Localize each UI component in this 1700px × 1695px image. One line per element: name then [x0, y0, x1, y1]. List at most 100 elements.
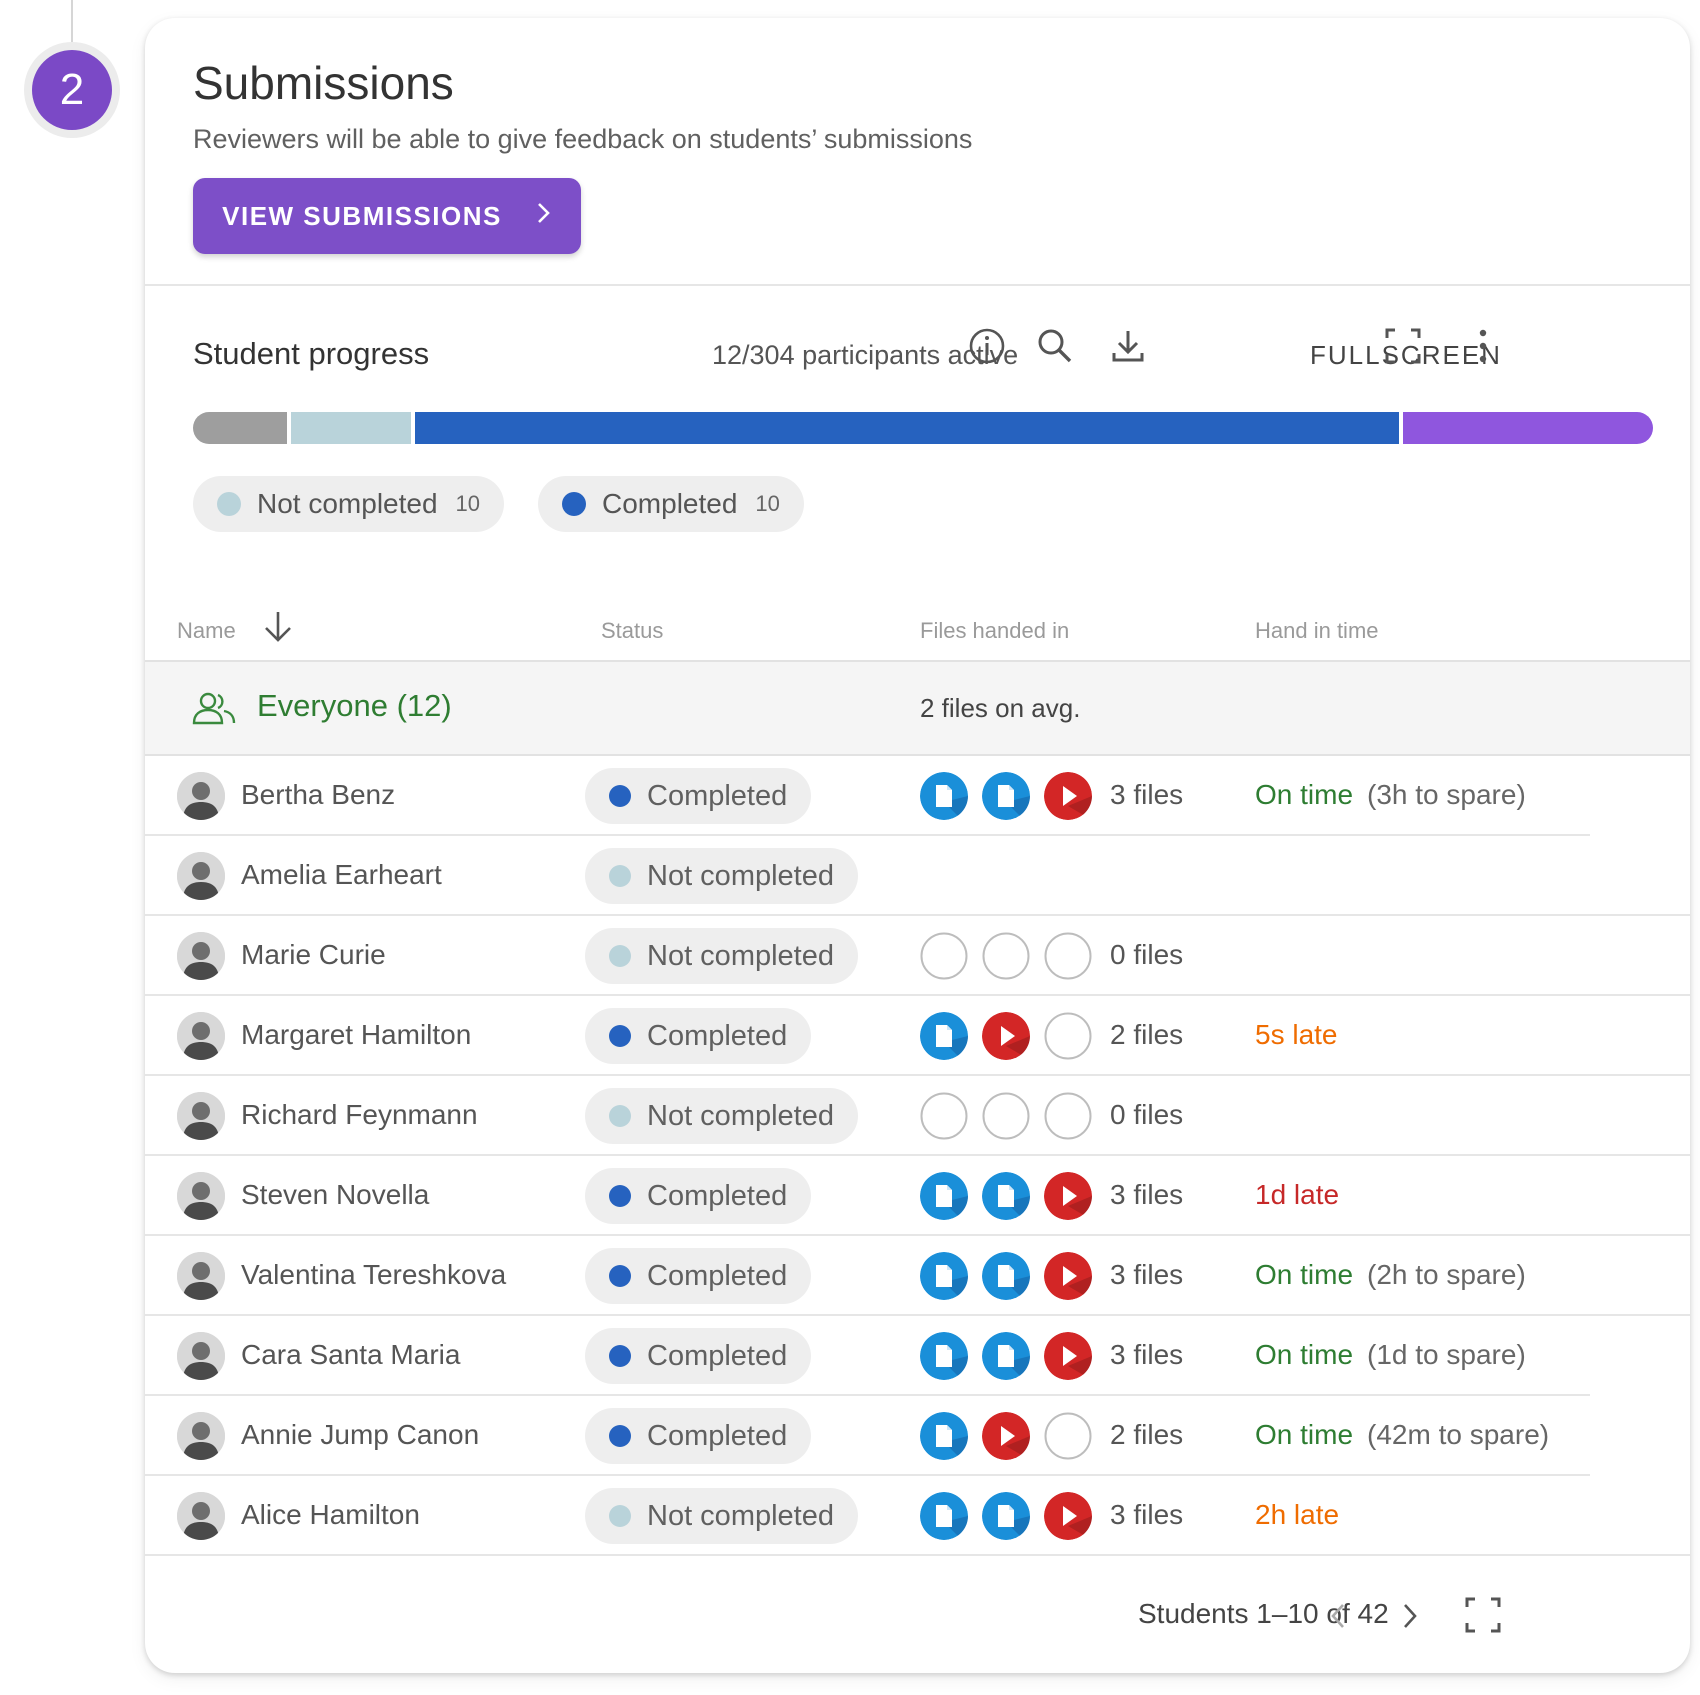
- student-name[interactable]: Annie Jump Canon: [241, 1419, 479, 1451]
- avatar: [177, 1172, 225, 1220]
- search-icon[interactable]: [1035, 326, 1075, 366]
- legend-label: Completed: [602, 488, 738, 519]
- document-file-icon[interactable]: [920, 772, 968, 820]
- status-label: Not completed: [647, 1099, 834, 1132]
- student-name[interactable]: Alice Hamilton: [241, 1499, 420, 1531]
- document-file-icon[interactable]: [920, 1492, 968, 1540]
- legend-chip-not-completed[interactable]: Not completed 10: [193, 476, 505, 532]
- video-file-icon[interactable]: [1044, 772, 1092, 820]
- status-label: Not completed: [647, 939, 834, 972]
- document-file-icon[interactable]: [920, 1332, 968, 1380]
- video-file-icon[interactable]: [1044, 1252, 1092, 1300]
- section-subtitle: Reviewers will be able to give feedback …: [193, 124, 973, 154]
- student-name[interactable]: Marie Curie: [241, 939, 386, 971]
- table-row[interactable]: Alice Hamilton Not completed 3 files 2h lat…: [145, 1476, 1690, 1556]
- chevron-right-icon[interactable]: [1392, 1598, 1428, 1634]
- document-file-icon[interactable]: [982, 1252, 1030, 1300]
- video-file-icon[interactable]: [1044, 1172, 1092, 1220]
- download-icon[interactable]: [1108, 326, 1148, 366]
- files-handed-in: [920, 1172, 1092, 1220]
- document-file-icon[interactable]: [982, 772, 1030, 820]
- avatar: [177, 1412, 225, 1460]
- file-count: 3 files: [1110, 1179, 1184, 1210]
- student-name[interactable]: Cara Santa Maria: [241, 1339, 460, 1371]
- table-row[interactable]: Bertha Benz Completed 3 files On time (3h to…: [145, 756, 1690, 836]
- student-name[interactable]: Richard Feynmann: [241, 1099, 478, 1131]
- status-badge: Completed: [585, 1408, 812, 1464]
- status-badge: Completed: [585, 768, 812, 824]
- group-row-everyone[interactable]: Everyone (12) 2 files on avg.: [145, 660, 1690, 756]
- status-badge: Not completed: [585, 928, 858, 984]
- hand-in-time: [1255, 859, 1269, 891]
- table-row[interactable]: Marie Curie Not completed 0 files: [145, 916, 1690, 996]
- status-badge: Not completed: [585, 1088, 858, 1144]
- student-name[interactable]: Amelia Earheart: [241, 859, 442, 891]
- status-label: Completed: [647, 779, 788, 812]
- document-file-icon[interactable]: [920, 1252, 968, 1300]
- hand-in-spare: (2h to spare): [1367, 1259, 1526, 1290]
- fullscreen-icon[interactable]: [1463, 1595, 1503, 1635]
- chevron-right-icon: [536, 200, 552, 232]
- progress-bar: [193, 412, 1653, 444]
- legend-chip-completed[interactable]: Completed 10: [538, 476, 804, 532]
- table-row[interactable]: Steven Novella Completed 3 files 1d late: [145, 1156, 1690, 1236]
- table-row[interactable]: Annie Jump Canon Completed 2 files On time (…: [145, 1396, 1690, 1476]
- hand-in-spare: (1d to spare): [1367, 1339, 1526, 1370]
- hand-in-status: On time: [1255, 1419, 1354, 1450]
- chevron-left-icon[interactable]: [1320, 1598, 1356, 1634]
- hand-in-status: On time: [1255, 1339, 1354, 1370]
- column-header-files[interactable]: Files handed in: [920, 618, 1069, 644]
- files-handed-in: [920, 1092, 1092, 1140]
- files-handed-in: [920, 932, 1092, 980]
- fullscreen-icon[interactable]: [1383, 326, 1423, 366]
- more-vert-icon[interactable]: [1463, 326, 1503, 366]
- column-header-hand-in-time[interactable]: Hand in time: [1255, 618, 1379, 644]
- status-dot: [609, 1105, 631, 1127]
- files-handed-in: [920, 1012, 1092, 1060]
- step-badge: 2: [24, 42, 120, 138]
- submissions-card: Submissions Reviewers will be able to gi…: [145, 18, 1690, 1673]
- hand-in-time: On time (2h to spare): [1255, 1259, 1526, 1291]
- status-badge: Completed: [585, 1168, 812, 1224]
- status-badge: Completed: [585, 1008, 812, 1064]
- status-label: Completed: [647, 1259, 788, 1292]
- table-row[interactable]: Amelia Earheart Not completed: [145, 836, 1690, 916]
- view-submissions-button[interactable]: VIEW SUBMISSIONS: [193, 178, 581, 254]
- info-icon[interactable]: [967, 326, 1007, 366]
- student-name[interactable]: Steven Novella: [241, 1179, 429, 1211]
- video-file-icon[interactable]: [1044, 1332, 1092, 1380]
- file-count: 3 files: [1110, 779, 1184, 810]
- student-name[interactable]: Valentina Tereshkova: [241, 1259, 506, 1291]
- video-file-icon[interactable]: [982, 1412, 1030, 1460]
- empty-file-slot-icon: [920, 932, 968, 980]
- student-name[interactable]: Bertha Benz: [241, 779, 395, 811]
- status-dot: [609, 1425, 631, 1447]
- status-label: Completed: [647, 1339, 788, 1372]
- legend-dot: [217, 492, 241, 516]
- document-file-icon[interactable]: [982, 1332, 1030, 1380]
- student-name[interactable]: Margaret Hamilton: [241, 1019, 471, 1051]
- table-row[interactable]: Valentina Tereshkova Completed 3 files On t…: [145, 1236, 1690, 1316]
- hand-in-time: On time (3h to spare): [1255, 779, 1526, 811]
- group-label: Everyone (12): [257, 688, 452, 723]
- hand-in-time: On time (42m to spare): [1255, 1419, 1549, 1451]
- sort-down-icon[interactable]: [261, 608, 295, 649]
- empty-file-slot-icon: [1044, 1092, 1092, 1140]
- column-header-name[interactable]: Name: [177, 618, 236, 644]
- table-row[interactable]: Margaret Hamilton Completed 2 files 5s late: [145, 996, 1690, 1076]
- document-file-icon[interactable]: [982, 1492, 1030, 1540]
- document-file-icon[interactable]: [982, 1172, 1030, 1220]
- files-handed-in: [920, 1492, 1092, 1540]
- progress-bar-segment: [291, 412, 412, 444]
- document-file-icon[interactable]: [920, 1012, 968, 1060]
- document-file-icon[interactable]: [920, 1172, 968, 1220]
- document-file-icon[interactable]: [920, 1412, 968, 1460]
- table-row[interactable]: Cara Santa Maria Completed 3 files On time (…: [145, 1316, 1690, 1396]
- hand-in-status: On time: [1255, 1259, 1354, 1290]
- video-file-icon[interactable]: [1044, 1492, 1092, 1540]
- hand-in-time: On time (1d to spare): [1255, 1339, 1526, 1371]
- video-file-icon[interactable]: [982, 1012, 1030, 1060]
- column-header-status[interactable]: Status: [601, 618, 663, 644]
- table-row[interactable]: Richard Feynmann Not completed 0 files: [145, 1076, 1690, 1156]
- status-dot: [609, 1025, 631, 1047]
